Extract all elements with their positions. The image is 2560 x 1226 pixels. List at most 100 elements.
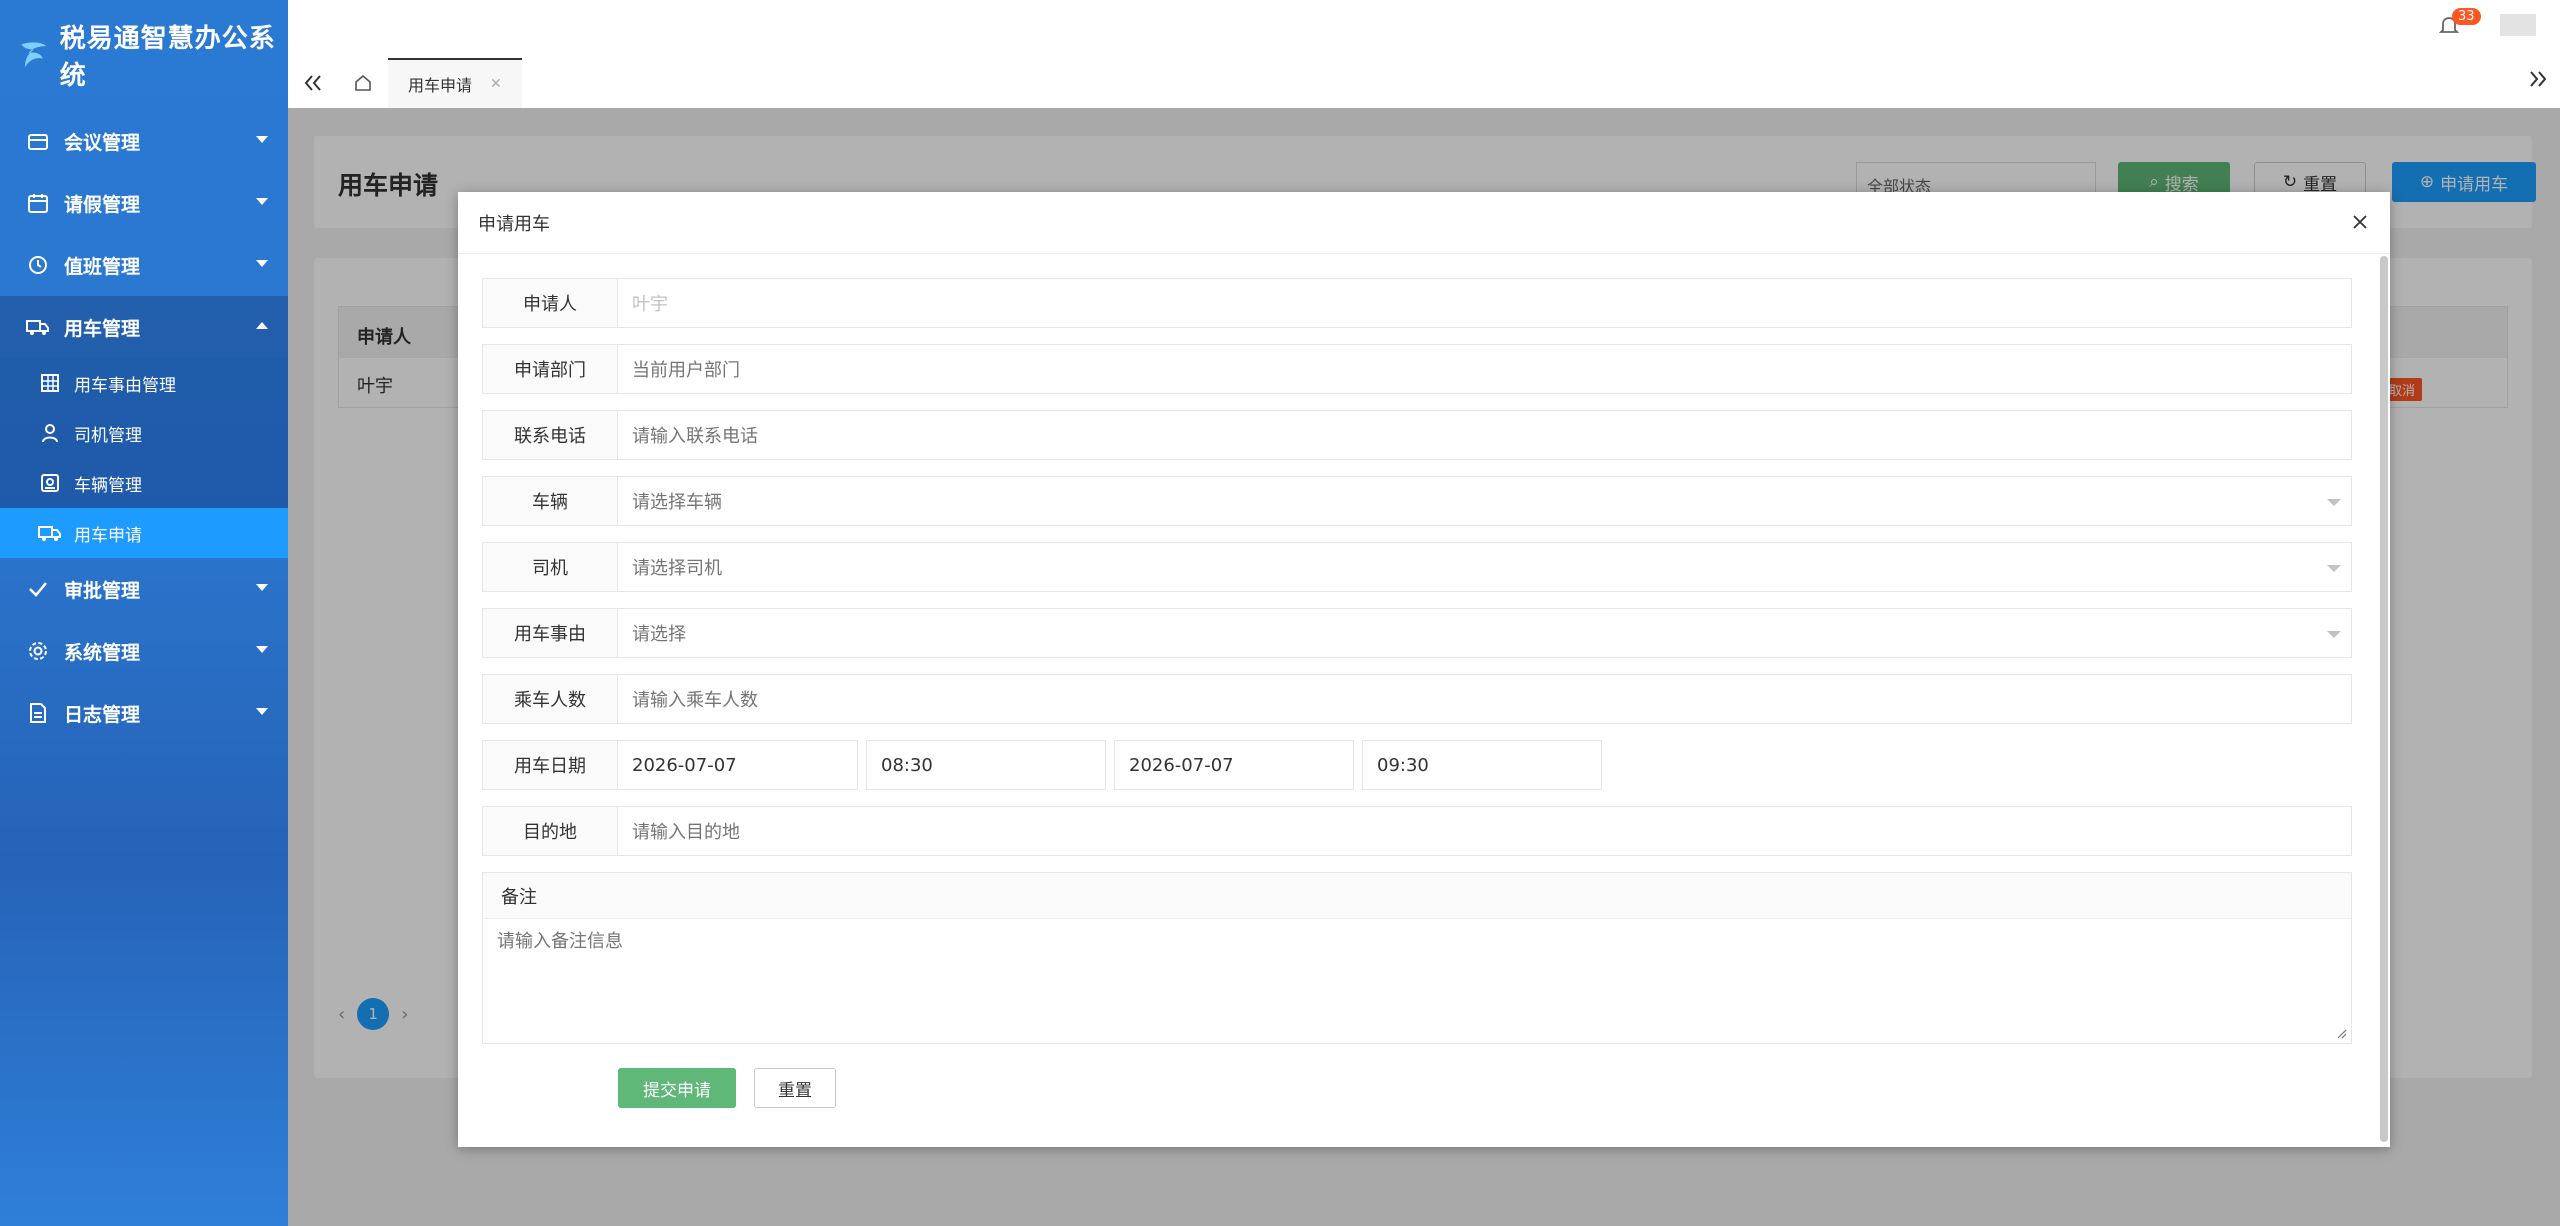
form-row-reason: 用车事由 请选择 [482,608,2352,658]
sidebar: 税易通智慧办公系统 会议管理 请假管理 值班管理 用车管理 用车事由管理 司机管… [0,0,288,1226]
chevron-down-icon [256,198,268,205]
nav-label: 值班管理 [64,255,141,278]
end-date-input[interactable]: 2026-07-07 [1114,740,1354,790]
submit-button[interactable]: 提交申请 [618,1068,736,1108]
tab-bar: 用车申请 ✕ [288,58,522,108]
tab-car-apply[interactable]: 用车申请 ✕ [388,58,522,108]
dialog-form: 申请人 叶宇 申请部门 当前用户部门 联系电话 请输入联系电话 车辆 请选择车辆… [482,278,2352,1128]
calendar-icon [26,129,50,153]
field-label: 目的地 [482,806,618,856]
form-row-passengers: 乘车人数 请输入乘车人数 [482,674,2352,724]
resize-grip-icon[interactable] [2337,1029,2347,1039]
nav-label: 请假管理 [64,193,141,216]
close-icon[interactable] [2348,210,2372,234]
chevron-down-icon [256,136,268,143]
home-icon[interactable] [338,58,388,108]
document-icon [26,701,50,725]
close-icon[interactable]: ✕ [490,76,502,92]
logo-icon [21,42,47,68]
field-label: 用车日期 [482,740,618,790]
form-row-driver: 司机 请选择司机 [482,542,2352,592]
top-bar: 用车申请 ✕ 33 [288,0,2560,108]
form-row-department: 申请部门 当前用户部门 [482,344,2352,394]
apply-car-dialog: 申请用车 申请人 叶宇 申请部门 当前用户部门 联系电话 请输入联系电话 车辆 … [458,192,2390,1147]
field-label: 申请部门 [482,344,618,394]
nav-item-leave[interactable]: 请假管理 [0,172,288,234]
form-row-applicant: 申请人 叶宇 [482,278,2352,328]
nav-item-vehicle[interactable]: 用车管理 [0,296,288,358]
nav-item-system[interactable]: 系统管理 [0,620,288,682]
vehicle-card-icon [38,471,62,495]
phone-input[interactable]: 请输入联系电话 [618,410,2352,460]
sub-item-car-manage[interactable]: 车辆管理 [0,458,288,508]
start-time-input[interactable]: 08:30 [866,740,1106,790]
tab-label: 用车申请 [408,76,473,95]
sub-item-label: 司机管理 [74,425,142,446]
field-label: 乘车人数 [482,674,618,724]
applicant-input[interactable]: 叶宇 [618,278,2352,328]
chevron-down-icon [2327,631,2341,638]
sub-item-driver-manage[interactable]: 司机管理 [0,408,288,458]
calendar-grid-icon [26,191,50,215]
vehicle-select-placeholder: 请选择车辆 [632,492,722,513]
driver-select[interactable]: 请选择司机 [618,542,2352,592]
sub-item-label: 用车事由管理 [74,375,176,396]
app-logo: 税易通智慧办公系统 [0,0,288,110]
dialog-title: 申请用车 [458,192,2390,254]
sub-menu-vehicle: 用车事由管理 司机管理 车辆管理 用车申请 [0,358,288,558]
chevron-down-icon [256,584,268,591]
chevron-down-icon [256,708,268,715]
nav-label: 审批管理 [64,579,141,602]
sub-item-label: 车辆管理 [74,475,142,496]
reset-button[interactable]: 重置 [754,1068,836,1108]
notification-bell[interactable]: 33 [2438,8,2481,41]
field-label: 联系电话 [482,410,618,460]
field-label: 用车事由 [482,608,618,658]
nav-item-log[interactable]: 日志管理 [0,682,288,744]
notification-badge: 33 [2452,8,2481,25]
end-time-input[interactable]: 09:30 [1362,740,1602,790]
chevron-down-icon [2327,499,2341,506]
sub-item-reason-manage[interactable]: 用车事由管理 [0,358,288,408]
form-actions: 提交申请 重置 [482,1068,2352,1128]
collapse-left-icon[interactable] [288,58,338,108]
nav-item-approval[interactable]: 审批管理 [0,558,288,620]
chevron-up-icon [256,322,268,329]
remark-block: 备注 请输入备注信息 [482,872,2352,1044]
avatar[interactable] [2500,14,2536,36]
chevron-down-icon [256,646,268,653]
passengers-input[interactable]: 请输入乘车人数 [618,674,2352,724]
nav-label: 会议管理 [64,131,141,154]
sub-item-car-apply[interactable]: 用车申请 [0,508,288,558]
remark-textarea[interactable]: 请输入备注信息 [483,919,2351,961]
destination-input[interactable]: 请输入目的地 [618,806,2352,856]
field-label: 司机 [482,542,618,592]
scrollbar[interactable] [2380,256,2388,1142]
nav-label: 日志管理 [64,703,141,726]
form-row-date: 用车日期 2026-07-07 08:30 2026-07-07 09:30 [482,740,2352,790]
user-icon [38,421,62,445]
nav-label: 系统管理 [64,641,141,664]
sub-item-label: 用车申请 [74,525,142,546]
table-icon [38,371,62,395]
app-title: 税易通智慧办公系统 [59,24,276,91]
gear-icon [26,639,50,663]
chevron-down-icon [2327,565,2341,572]
vehicle-select[interactable]: 请选择车辆 [618,476,2352,526]
truck-icon [26,315,50,339]
expand-right-icon[interactable] [2528,70,2548,93]
field-label: 备注 [483,873,2351,919]
clock-icon [26,253,50,277]
field-label: 申请人 [482,278,618,328]
reason-select[interactable]: 请选择 [618,608,2352,658]
form-row-vehicle: 车辆 请选择车辆 [482,476,2352,526]
nav-item-duty[interactable]: 值班管理 [0,234,288,296]
field-label: 车辆 [482,476,618,526]
department-input[interactable]: 当前用户部门 [618,344,2352,394]
start-date-input[interactable]: 2026-07-07 [618,740,858,790]
reason-select-placeholder: 请选择 [632,624,686,645]
driver-select-placeholder: 请选择司机 [632,558,722,579]
form-row-phone: 联系电话 请输入联系电话 [482,410,2352,460]
check-icon [26,577,50,601]
nav-item-meeting[interactable]: 会议管理 [0,110,288,172]
